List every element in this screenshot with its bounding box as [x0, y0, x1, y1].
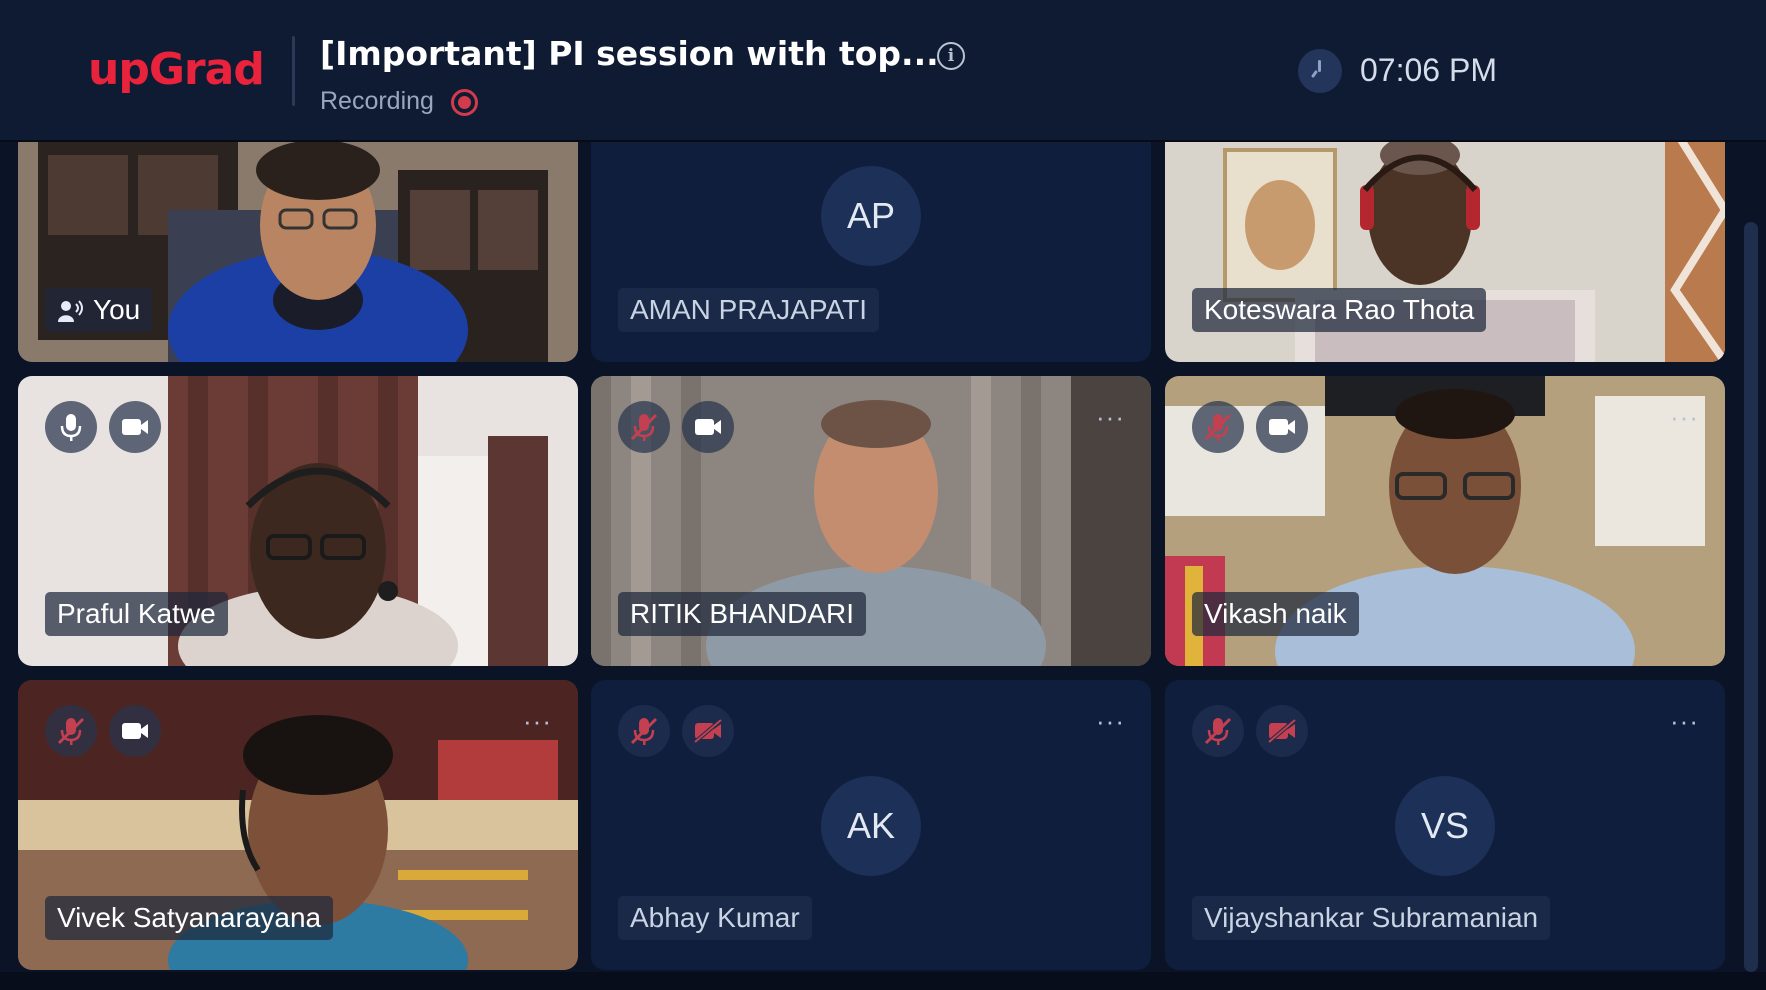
mic-muted-button[interactable] — [1192, 401, 1244, 453]
clock-icon — [1298, 49, 1342, 93]
participant-name: You — [93, 294, 141, 325]
participant-name-tag: Praful Katwe — [45, 592, 228, 636]
more-options-icon[interactable]: ··· — [523, 708, 552, 734]
info-icon[interactable]: i — [937, 42, 965, 70]
camera-icon — [122, 419, 148, 435]
participant-name: Vivek Satyanarayana — [57, 902, 322, 933]
camera-status-button[interactable] — [1256, 401, 1308, 453]
meeting-app: upGrad [Important] PI session with top..… — [0, 0, 1766, 990]
mic-status-button[interactable] — [45, 401, 97, 453]
avatar: AK — [821, 776, 921, 876]
participant-name-tag: Vijayshankar Subramanian — [1192, 896, 1551, 940]
participant-name: AMAN PRAJAPATI — [630, 294, 868, 325]
participant-name-tag: Vikash naik — [1192, 592, 1359, 636]
participant-name: Vikash naik — [1204, 598, 1347, 629]
participant-name-tag: Koteswara Rao Thota — [1192, 288, 1487, 332]
participant-tile-ritik-bhandari[interactable]: ··· RITIK BHANDARI — [591, 376, 1151, 666]
participant-name: Koteswara Rao Thota — [1204, 294, 1475, 325]
participant-name-tag: RITIK BHANDARI — [618, 592, 867, 636]
camera-off-icon — [1267, 718, 1297, 744]
participant-tile-vijayshankar-subramanian[interactable]: ··· VS Vijayshankar Subramanian — [1165, 680, 1725, 970]
participant-name: Praful Katwe — [57, 598, 216, 629]
clock-time: 07:06 PM — [1360, 52, 1497, 88]
participant-tile-you[interactable]: You — [18, 130, 578, 362]
camera-status-button[interactable] — [109, 705, 161, 757]
mic-muted-icon — [57, 717, 85, 745]
participant-tile-abhay-kumar[interactable]: ··· AK Abhay Kumar — [591, 680, 1151, 970]
avatar: VS — [1395, 776, 1495, 876]
participant-name-tag: You — [45, 288, 153, 332]
brand-logo[interactable]: upGrad — [88, 44, 265, 95]
camera-icon — [695, 419, 721, 435]
more-options-icon[interactable]: ··· — [1096, 708, 1125, 734]
mic-muted-button[interactable] — [618, 401, 670, 453]
bottom-toolbar-edge — [0, 972, 1766, 990]
scrollbar-thumb[interactable] — [1744, 222, 1758, 972]
mic-muted-icon — [630, 717, 658, 745]
participant-tile-aman-prajapati[interactable]: AP AMAN PRAJAPATI — [591, 130, 1151, 362]
mic-muted-button[interactable] — [1192, 705, 1244, 757]
session-title: [Important] PI session with top... — [320, 34, 939, 73]
mic-muted-button[interactable] — [45, 705, 97, 757]
mic-muted-icon — [1204, 717, 1232, 745]
avatar: AP — [821, 166, 921, 266]
mic-icon — [60, 414, 82, 441]
header-divider — [292, 36, 295, 106]
participant-tile-koteswara-rao-thota[interactable]: Koteswara Rao Thota — [1165, 130, 1725, 362]
mic-muted-button[interactable] — [618, 705, 670, 757]
participant-tile-vivek-satyanarayana[interactable]: ··· Vivek Satyanarayana — [18, 680, 578, 970]
more-options-icon[interactable]: ··· — [1670, 404, 1699, 430]
top-bar: upGrad [Important] PI session with top..… — [0, 0, 1766, 142]
camera-icon — [122, 723, 148, 739]
camera-off-button[interactable] — [1256, 705, 1308, 757]
speaking-icon — [58, 300, 83, 322]
more-options-icon[interactable]: ··· — [1670, 708, 1699, 734]
camera-off-icon — [693, 718, 723, 744]
recording-label: Recording — [320, 87, 434, 115]
participant-name: Vijayshankar Subramanian — [1204, 902, 1539, 933]
camera-status-button[interactable] — [109, 401, 161, 453]
camera-off-button[interactable] — [682, 705, 734, 757]
recording-icon — [451, 89, 478, 116]
participant-name: RITIK BHANDARI — [630, 598, 855, 629]
camera-status-button[interactable] — [682, 401, 734, 453]
participant-name-tag: Abhay Kumar — [618, 896, 812, 940]
participant-tile-vikash-naik[interactable]: ··· Vikash naik — [1165, 376, 1725, 666]
participant-name: Abhay Kumar — [630, 902, 800, 933]
participant-tile-praful-katwe[interactable]: Praful Katwe — [18, 376, 578, 666]
participant-name-tag: Vivek Satyanarayana — [45, 896, 334, 940]
mic-muted-icon — [630, 413, 658, 441]
mic-muted-icon — [1204, 413, 1232, 441]
more-options-icon[interactable]: ··· — [1096, 404, 1125, 430]
camera-icon — [1269, 419, 1295, 435]
participant-name-tag: AMAN PRAJAPATI — [618, 288, 880, 332]
